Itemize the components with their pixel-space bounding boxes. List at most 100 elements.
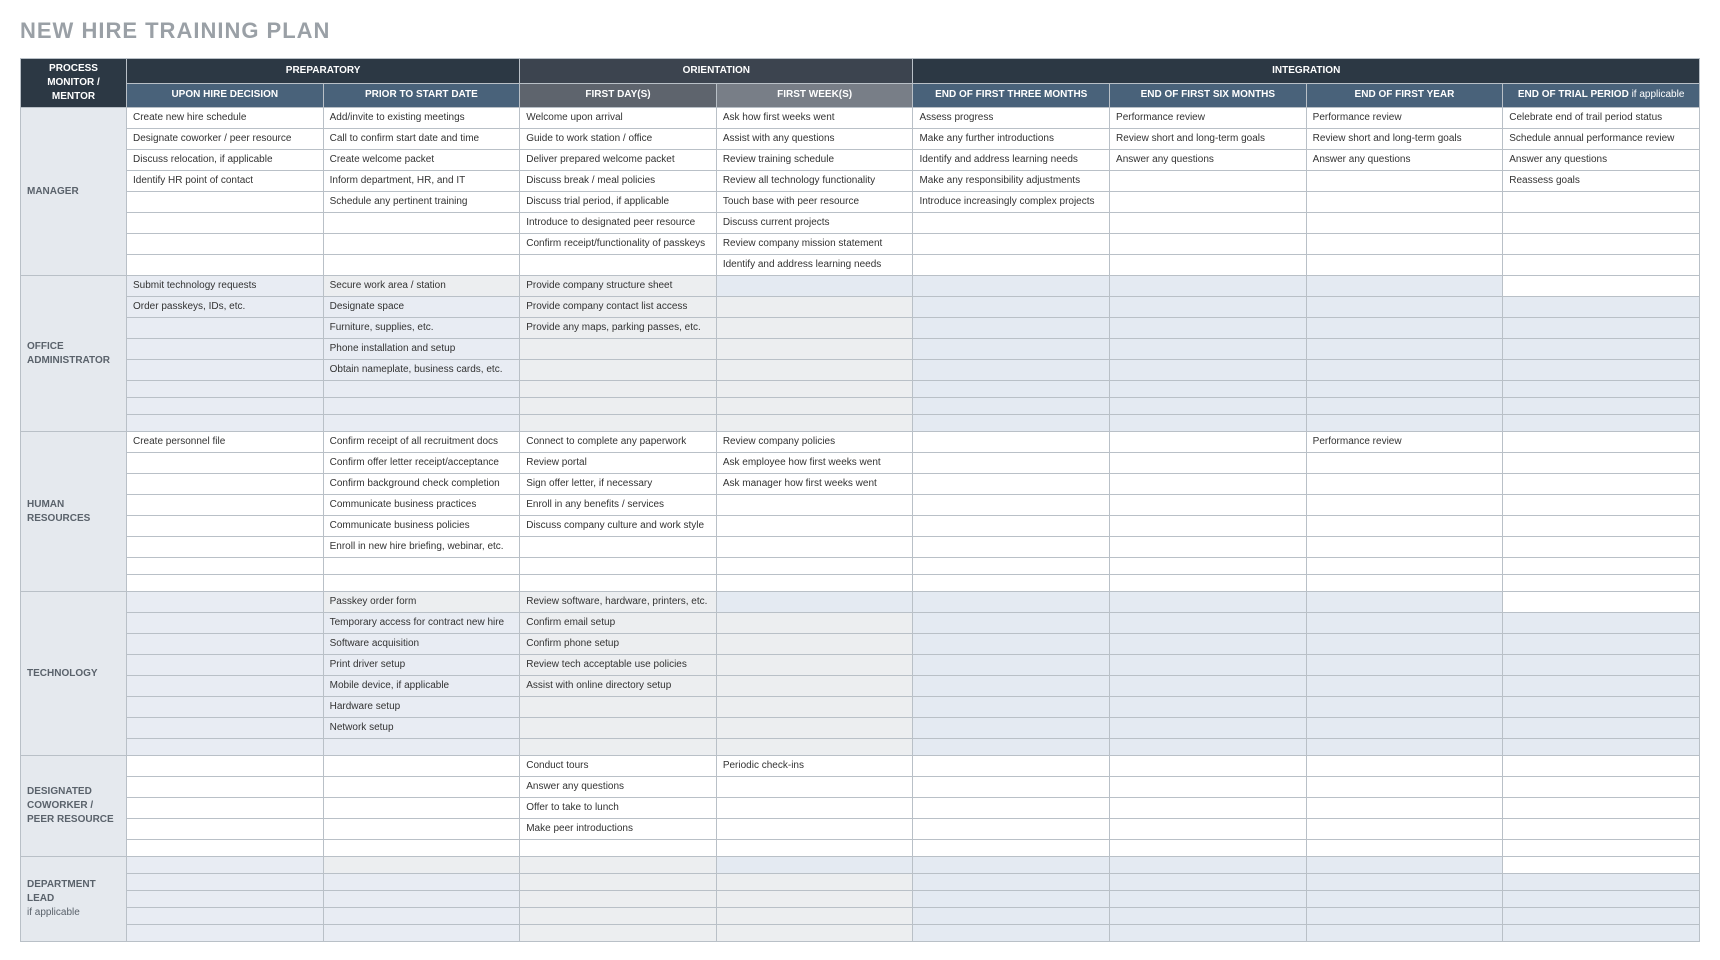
- cell: Secure work area / station: [323, 276, 520, 297]
- cell: [127, 339, 324, 360]
- table-row: HUMAN RESOURCESCreate personnel fileConf…: [21, 432, 1700, 453]
- cell: Ask how first weeks went: [716, 108, 913, 129]
- cell: [127, 756, 324, 777]
- cell: [1110, 840, 1307, 857]
- cell: Make peer introductions: [520, 819, 717, 840]
- page-title: NEW HIRE TRAINING PLAN: [20, 18, 1700, 44]
- cell: [1503, 234, 1700, 255]
- table-row: Confirm background check completionSign …: [21, 474, 1700, 495]
- table-row: Confirm receipt/functionality of passkey…: [21, 234, 1700, 255]
- cell: [1306, 516, 1503, 537]
- cell: [323, 777, 520, 798]
- cell: Conduct tours: [520, 756, 717, 777]
- cell: [1503, 415, 1700, 432]
- cell: [127, 516, 324, 537]
- cell: [1110, 697, 1307, 718]
- cell: [1110, 798, 1307, 819]
- cell: [1503, 697, 1700, 718]
- cell: [716, 276, 913, 297]
- subheader-six-months: END OF FIRST SIX MONTHS: [1110, 83, 1307, 108]
- cell: [1306, 276, 1503, 297]
- cell: [716, 840, 913, 857]
- cell: Inform department, HR, and IT: [323, 171, 520, 192]
- cell: Confirm background check completion: [323, 474, 520, 495]
- cell: Make any responsibility adjustments: [913, 171, 1110, 192]
- cell: [913, 697, 1110, 718]
- cell: Communicate business policies: [323, 516, 520, 537]
- cell: Introduce increasingly complex projects: [913, 192, 1110, 213]
- table-row: Communicate business policiesDiscuss com…: [21, 516, 1700, 537]
- cell: [1503, 819, 1700, 840]
- table-row: Discuss relocation, if applicableCreate …: [21, 150, 1700, 171]
- cell: [1503, 276, 1700, 297]
- cell: [127, 874, 324, 891]
- cell: [1306, 891, 1503, 908]
- table-row: [21, 908, 1700, 925]
- cell: [913, 398, 1110, 415]
- cell: [520, 398, 717, 415]
- cell: [716, 575, 913, 592]
- cell: [716, 360, 913, 381]
- table-row: Phone installation and setup: [21, 339, 1700, 360]
- cell: [913, 381, 1110, 398]
- cell: [913, 891, 1110, 908]
- cell: Review training schedule: [716, 150, 913, 171]
- cell: [716, 297, 913, 318]
- cell: [127, 592, 324, 613]
- cell: [716, 819, 913, 840]
- table-row: Confirm offer letter receipt/acceptanceR…: [21, 453, 1700, 474]
- cell: [1110, 634, 1307, 655]
- cell: [1503, 925, 1700, 942]
- cell: [716, 592, 913, 613]
- cell: [520, 874, 717, 891]
- subheader-upon-hire: UPON HIRE DECISION: [127, 83, 324, 108]
- cell: [127, 840, 324, 857]
- cell: [1503, 516, 1700, 537]
- cell: [127, 398, 324, 415]
- cell: [323, 840, 520, 857]
- cell: [1306, 381, 1503, 398]
- cell: [127, 613, 324, 634]
- cell: Performance review: [1306, 432, 1503, 453]
- cell: [716, 398, 913, 415]
- cell: [913, 739, 1110, 756]
- cell: Review all technology functionality: [716, 171, 913, 192]
- cell: [323, 908, 520, 925]
- cell: [913, 213, 1110, 234]
- table-row: OFFICE ADMINISTRATORSubmit technology re…: [21, 276, 1700, 297]
- cell: Ask employee how first weeks went: [716, 453, 913, 474]
- subheader-three-months: END OF FIRST THREE MONTHS: [913, 83, 1110, 108]
- table-row: Identify and address learning needs: [21, 255, 1700, 276]
- cell: [127, 318, 324, 339]
- cell: [520, 840, 717, 857]
- cell: [716, 718, 913, 739]
- cell: [323, 925, 520, 942]
- cell: Mobile device, if applicable: [323, 676, 520, 697]
- cell: Make any further introductions: [913, 129, 1110, 150]
- cell: [1110, 925, 1307, 942]
- cell: [1306, 874, 1503, 891]
- cell: Communicate business practices: [323, 495, 520, 516]
- cell: [1503, 474, 1700, 495]
- cell: [1306, 213, 1503, 234]
- cell: Assist with online directory setup: [520, 676, 717, 697]
- cell: Offer to take to lunch: [520, 798, 717, 819]
- cell: [716, 537, 913, 558]
- cell: [1503, 575, 1700, 592]
- cell: Identify HR point of contact: [127, 171, 324, 192]
- cell: Answer any questions: [1110, 150, 1307, 171]
- cell: Sign offer letter, if necessary: [520, 474, 717, 495]
- cell: [716, 925, 913, 942]
- cell: [716, 613, 913, 634]
- cell: [1503, 908, 1700, 925]
- table-row: Software acquisitionConfirm phone setup: [21, 634, 1700, 655]
- cell: [1503, 739, 1700, 756]
- group-header-integ: INTEGRATION: [913, 59, 1700, 84]
- cell: [913, 255, 1110, 276]
- cell: [1110, 318, 1307, 339]
- cell: Confirm phone setup: [520, 634, 717, 655]
- cell: [1503, 798, 1700, 819]
- cell: [127, 819, 324, 840]
- cell: [1306, 908, 1503, 925]
- cell: [716, 495, 913, 516]
